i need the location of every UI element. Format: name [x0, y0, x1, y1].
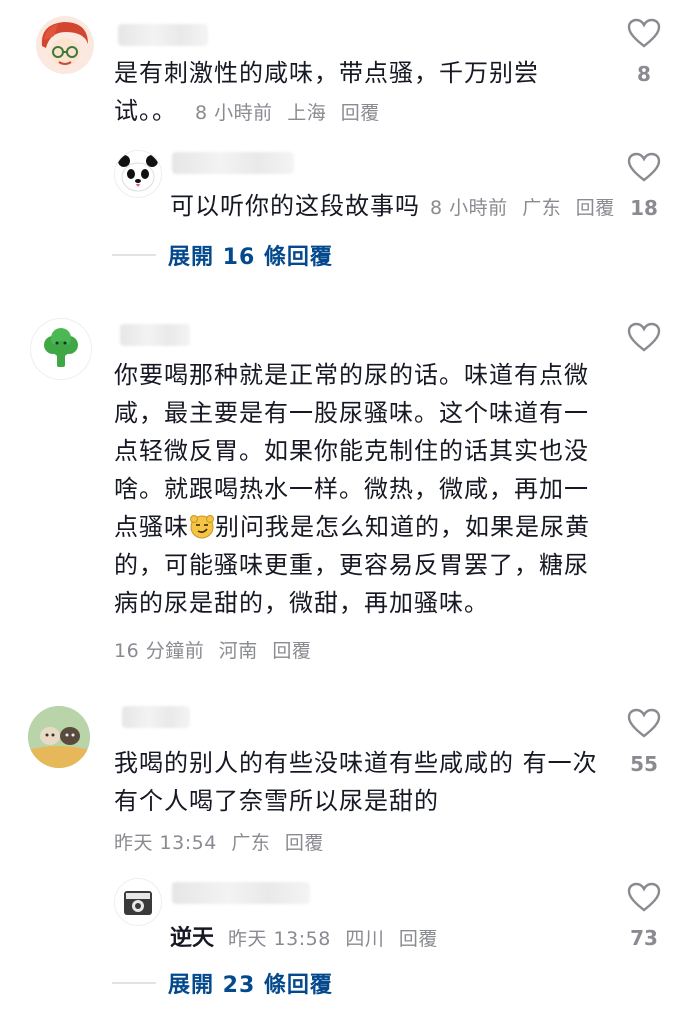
smirk-emoji-icon — [190, 515, 214, 539]
like-count: 73 — [630, 926, 658, 950]
reply-button[interactable]: 回覆 — [272, 640, 311, 662]
pets-avatar-icon — [28, 706, 90, 768]
username-blurred[interactable] — [122, 706, 190, 728]
like-count: 18 — [630, 196, 658, 220]
comment-line: 有个人喝了奈雪所以尿是甜的 — [114, 787, 439, 815]
heart-icon — [627, 882, 661, 912]
comment-line: 别问我是怎么知道的，如果是尿黄 — [215, 513, 590, 541]
region: 广东 — [231, 832, 271, 854]
reply-button[interactable]: 回覆 — [399, 928, 438, 950]
heart-icon — [627, 708, 661, 738]
comment-text: 可以听你的这段故事吗 — [170, 192, 420, 220]
reply-button[interactable]: 回覆 — [576, 197, 615, 219]
comment-line: 你要喝那种就是正常的尿的话。味道有点微 — [114, 361, 589, 389]
reply-button[interactable]: 回覆 — [341, 102, 380, 124]
comment-text: 你要喝那种就是正常的尿的话。味道有点微 咸，最主要是有一股尿骚味。这个味道有一 … — [114, 356, 590, 622]
comment-line: 咸，最主要是有一股尿骚味。这个味道有一 — [114, 399, 589, 427]
comment-line: 点骚味 — [114, 513, 189, 541]
comment-line: 是有刺激性的咸味，带点骚，千万别尝 — [114, 59, 539, 87]
username-blurred[interactable] — [172, 152, 294, 174]
timestamp: 8 小時前 — [195, 102, 273, 124]
username[interactable]: 逆天 — [170, 920, 214, 952]
heart-icon — [627, 152, 661, 182]
expand-replies-button[interactable]: 展開 16 條回覆 — [112, 240, 333, 270]
region: 上海 — [287, 102, 327, 124]
like-count: 8 — [637, 62, 651, 86]
comment-text: 我喝的别人的有些没味道有些咸咸的 有一次 有个人喝了奈雪所以尿是甜的 — [114, 744, 598, 820]
heart-icon — [627, 322, 661, 352]
like-button[interactable]: 8 — [614, 18, 674, 86]
anime-avatar-icon — [36, 16, 94, 74]
comment-text: 是有刺激性的咸味，带点骚，千万别尝 试。。 8 小時前 上海 回覆 — [114, 54, 539, 132]
region: 广东 — [522, 197, 562, 219]
heart-icon — [627, 18, 661, 48]
comment-line: 试。。 — [114, 97, 177, 125]
username-blurred[interactable] — [120, 324, 190, 346]
camera-avatar-icon — [115, 879, 161, 925]
divider — [112, 982, 156, 984]
like-button[interactable]: 55 — [614, 708, 674, 776]
avatar[interactable] — [114, 150, 162, 198]
divider — [112, 254, 156, 256]
like-button[interactable]: 73 — [614, 882, 674, 950]
avatar[interactable] — [114, 878, 162, 926]
panda-avatar-icon — [115, 151, 161, 197]
timestamp: 昨天 13:54 — [114, 832, 217, 854]
reply-button[interactable]: 回覆 — [285, 832, 324, 854]
broccoli-avatar-icon — [31, 319, 91, 379]
avatar[interactable] — [36, 16, 94, 74]
region: 河南 — [218, 640, 258, 662]
region: 四川 — [345, 928, 385, 950]
like-button[interactable]: 18 — [614, 152, 674, 220]
username-blurred[interactable] — [118, 24, 208, 46]
timestamp: 昨天 13:58 — [228, 928, 331, 950]
avatar[interactable] — [30, 318, 92, 380]
like-count: 55 — [630, 752, 658, 776]
expand-replies-label: 展開 16 條回覆 — [168, 245, 333, 270]
expand-replies-label: 展開 23 條回覆 — [168, 973, 333, 998]
comment-line: 我喝的别人的有些没味道有些咸咸的 有一次 — [114, 749, 598, 777]
comment-line: 的，可能骚味更重，更容易反胃罢了，糖尿 — [114, 551, 589, 579]
avatar[interactable] — [28, 706, 90, 768]
comment-line: 病的尿是甜的，微甜，再加骚味。 — [114, 589, 489, 617]
timestamp: 8 小時前 — [430, 197, 508, 219]
comment-line: 啥。就跟喝热水一样。微热，微咸，再加一 — [114, 475, 589, 503]
like-button[interactable] — [614, 322, 674, 352]
timestamp: 16 分鐘前 — [114, 640, 205, 662]
username-blurred[interactable] — [172, 882, 310, 904]
comment-line: 点轻微反胃。如果你能克制住的话其实也没 — [114, 437, 589, 465]
expand-replies-button[interactable]: 展開 23 條回覆 — [112, 968, 333, 998]
